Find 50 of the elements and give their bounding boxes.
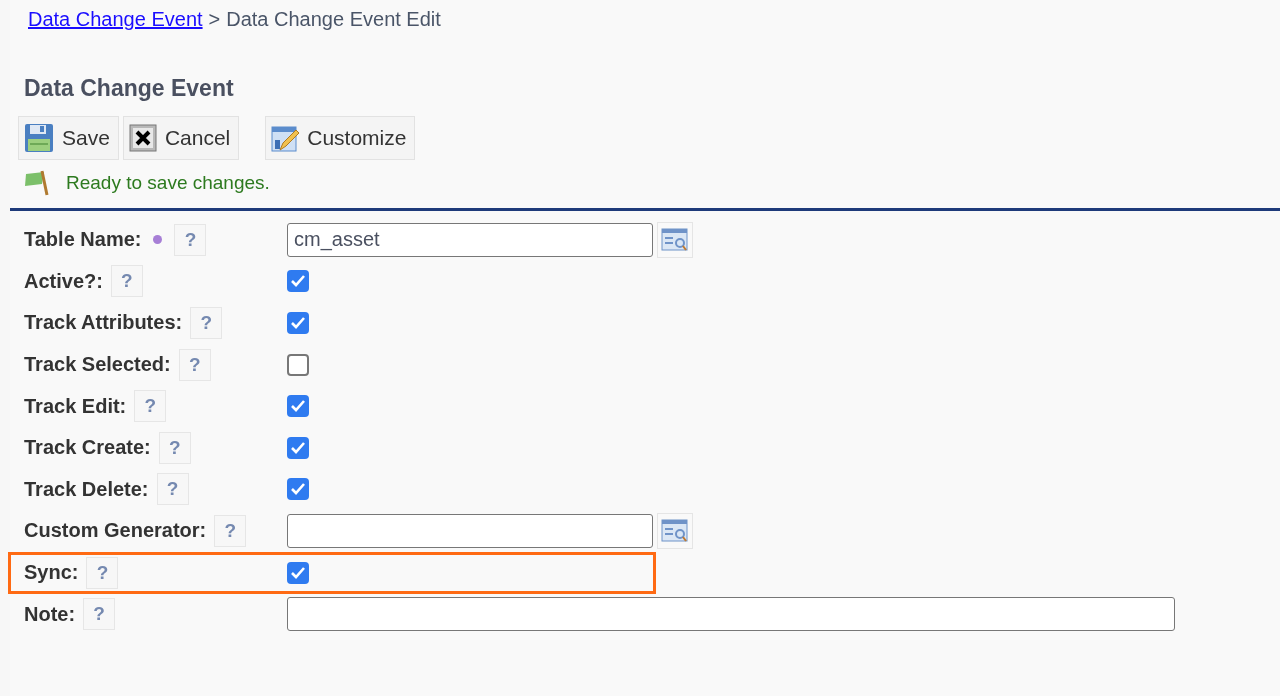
checkmark-icon [290,274,306,289]
breadcrumb-current: Data Change Event Edit [226,8,441,31]
breadcrumb-link[interactable]: Data Change Event [28,8,203,31]
field-label: Active?: [24,269,103,293]
checkbox[interactable] [287,353,309,376]
field-label: Note: [24,602,76,626]
checkmark-icon [290,399,306,414]
lookup-button[interactable] [657,221,693,258]
field-label: Track Create: [24,436,151,460]
checkbox[interactable] [287,395,309,418]
checkbox[interactable] [287,436,309,459]
save-button[interactable]: Save [18,116,119,160]
checkmark-icon [290,482,306,497]
field-label: Custom Generator: [24,519,207,543]
close-icon [128,124,157,152]
help-button[interactable]: ? [86,556,119,589]
help-button[interactable]: ? [134,390,167,423]
field-label: Sync: [24,561,79,585]
checkbox[interactable] [287,270,309,293]
lookup-list-icon [661,517,689,544]
help-button[interactable]: ? [214,514,247,547]
page-heading: Data Change Event [23,74,235,102]
input-field[interactable] [287,597,1175,632]
field-label: Track Edit: [24,394,127,418]
field-label: Track Attributes: [24,311,183,335]
field-label: Track Delete: [24,477,149,501]
help-button[interactable]: ? [174,223,207,256]
checkmark-icon [290,565,306,580]
checkmark-icon [290,440,306,455]
field-label: Table Name: [24,228,142,252]
lookup-button[interactable] [657,512,693,549]
input-field[interactable]: cm_asset [287,222,653,257]
input-field[interactable] [287,513,653,548]
help-button[interactable]: ? [158,431,191,464]
help-button[interactable]: ? [156,473,189,506]
checkbox[interactable] [287,478,309,501]
help-button[interactable]: ? [110,265,143,298]
pencil-form-icon [271,124,300,152]
cancel-button[interactable]: Cancel [122,116,240,160]
help-button[interactable]: ? [178,348,211,381]
field-label: Track Selected: [24,353,171,377]
breadcrumb-separator: > [208,8,221,31]
help-button[interactable]: ? [190,307,223,339]
status-message: Ready to save changes. [66,172,270,194]
help-button[interactable]: ? [83,598,116,631]
checkbox[interactable] [287,312,309,334]
checkmark-icon [290,316,306,330]
lookup-list-icon [661,226,689,253]
checkbox[interactable] [287,561,309,584]
customize-button[interactable]: Customize [265,116,416,160]
